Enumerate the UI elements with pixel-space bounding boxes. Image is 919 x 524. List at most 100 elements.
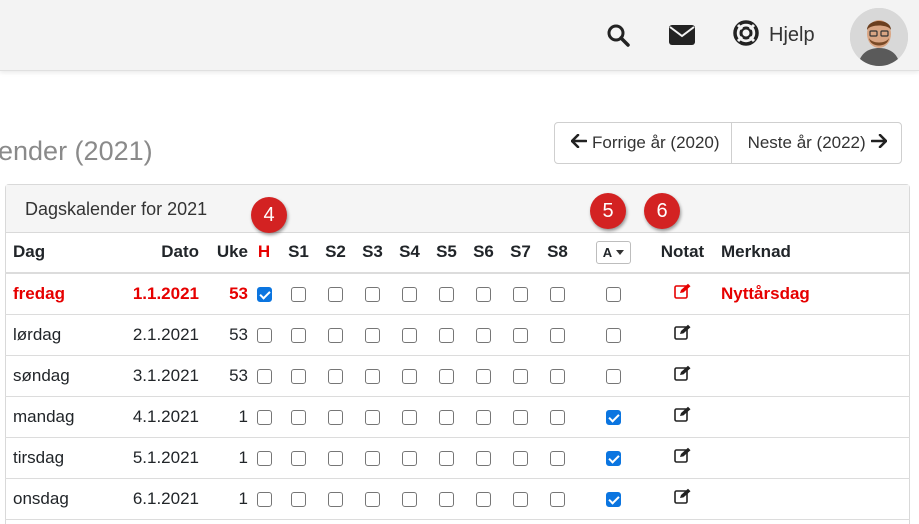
mail-icon[interactable] (668, 21, 696, 49)
lifebuoy-icon (732, 19, 760, 52)
edit-note-icon[interactable] (673, 406, 692, 427)
date-cell: 2.1.2021 (113, 314, 199, 356)
s5-checkbox[interactable] (439, 368, 454, 384)
s6-cell (465, 273, 502, 315)
s8-checkbox[interactable] (550, 409, 565, 425)
s7-cell (502, 478, 539, 520)
s1-checkbox[interactable] (291, 368, 306, 384)
s3-checkbox[interactable] (365, 327, 380, 343)
s3-checkbox[interactable] (365, 450, 380, 466)
h-checkbox[interactable] (256, 450, 272, 466)
s8-cell (539, 355, 576, 397)
s5-checkbox[interactable] (439, 409, 454, 425)
s2-checkbox[interactable] (328, 409, 343, 425)
column-header-s3: S3 (354, 232, 391, 274)
merknad-cell (714, 437, 910, 479)
s1-checkbox[interactable] (291, 327, 306, 343)
s3-checkbox[interactable] (365, 409, 380, 425)
a-checkbox[interactable] (606, 286, 621, 302)
help-link[interactable]: Hjelp (732, 19, 815, 51)
table-row: søndag 3.1.2021 53 (5, 355, 910, 397)
s4-checkbox[interactable] (402, 409, 417, 425)
s8-checkbox[interactable] (550, 286, 565, 302)
search-icon[interactable] (604, 21, 632, 49)
s4-cell (391, 314, 428, 356)
s8-checkbox[interactable] (550, 491, 565, 507)
merknad-cell (714, 314, 910, 356)
s8-checkbox[interactable] (550, 327, 565, 343)
s7-checkbox[interactable] (513, 450, 528, 466)
date-cell: 4.1.2021 (113, 396, 199, 438)
s8-checkbox[interactable] (550, 450, 565, 466)
edit-note-icon[interactable] (673, 447, 692, 468)
edit-note-icon[interactable] (673, 283, 692, 304)
s7-checkbox[interactable] (513, 409, 528, 425)
s7-checkbox[interactable] (513, 368, 528, 384)
s1-checkbox[interactable] (291, 286, 306, 302)
s4-checkbox[interactable] (402, 491, 417, 507)
s2-checkbox[interactable] (328, 327, 343, 343)
s5-cell (428, 314, 465, 356)
s6-checkbox[interactable] (476, 450, 491, 466)
edit-note-icon[interactable] (673, 365, 692, 386)
s1-cell (280, 273, 317, 315)
column-header-notat: Notat (651, 232, 714, 274)
s2-checkbox[interactable] (328, 368, 343, 384)
s5-checkbox[interactable] (439, 327, 454, 343)
s3-checkbox[interactable] (365, 368, 380, 384)
s2-checkbox[interactable] (328, 450, 343, 466)
s1-checkbox[interactable] (291, 450, 306, 466)
s4-checkbox[interactable] (402, 450, 417, 466)
a-cell (576, 314, 651, 356)
s6-checkbox[interactable] (476, 327, 491, 343)
h-checkbox[interactable] (256, 368, 272, 384)
s6-checkbox[interactable] (476, 286, 491, 302)
s7-checkbox[interactable] (513, 327, 528, 343)
s5-checkbox[interactable] (439, 450, 454, 466)
next-year-button[interactable]: Neste år (2022) (730, 123, 901, 163)
s3-cell (354, 437, 391, 479)
s2-checkbox[interactable] (328, 491, 343, 507)
day-name-cell: onsdag (5, 478, 113, 520)
s4-cell (391, 437, 428, 479)
s3-checkbox[interactable] (365, 491, 380, 507)
a-checkbox[interactable] (606, 368, 621, 384)
s1-checkbox[interactable] (291, 409, 306, 425)
h-cell (248, 478, 280, 520)
column-header-s1: S1 (280, 232, 317, 274)
notat-cell (651, 437, 714, 479)
annotation-badge-4: 4 (251, 197, 287, 233)
previous-year-label: Forrige år (2020) (592, 133, 720, 152)
h-checkbox[interactable] (256, 286, 272, 302)
s5-checkbox[interactable] (439, 286, 454, 302)
s1-checkbox[interactable] (291, 491, 306, 507)
s3-checkbox[interactable] (365, 286, 380, 302)
s2-checkbox[interactable] (328, 286, 343, 302)
user-avatar[interactable] (850, 8, 908, 66)
s6-checkbox[interactable] (476, 409, 491, 425)
h-checkbox[interactable] (256, 491, 272, 507)
previous-year-button[interactable]: Forrige år (2020) (555, 123, 731, 163)
a-checkbox[interactable] (606, 450, 621, 466)
table-row: onsdag 6.1.2021 1 (5, 478, 910, 520)
s4-checkbox[interactable] (402, 286, 417, 302)
s1-cell (280, 355, 317, 397)
s6-checkbox[interactable] (476, 491, 491, 507)
h-checkbox[interactable] (256, 409, 272, 425)
table-row: mandag 4.1.2021 1 (5, 396, 910, 438)
s7-checkbox[interactable] (513, 286, 528, 302)
a-checkbox[interactable] (606, 409, 621, 425)
s6-checkbox[interactable] (476, 368, 491, 384)
a-dropdown-label: A (602, 244, 613, 260)
a-column-dropdown[interactable]: A (595, 240, 632, 264)
a-checkbox[interactable] (606, 491, 621, 507)
edit-note-icon[interactable] (673, 488, 692, 509)
a-checkbox[interactable] (606, 327, 621, 343)
h-checkbox[interactable] (256, 327, 272, 343)
s7-checkbox[interactable] (513, 491, 528, 507)
s8-checkbox[interactable] (550, 368, 565, 384)
s5-checkbox[interactable] (439, 491, 454, 507)
edit-note-icon[interactable] (673, 324, 692, 345)
s4-checkbox[interactable] (402, 368, 417, 384)
s4-checkbox[interactable] (402, 327, 417, 343)
